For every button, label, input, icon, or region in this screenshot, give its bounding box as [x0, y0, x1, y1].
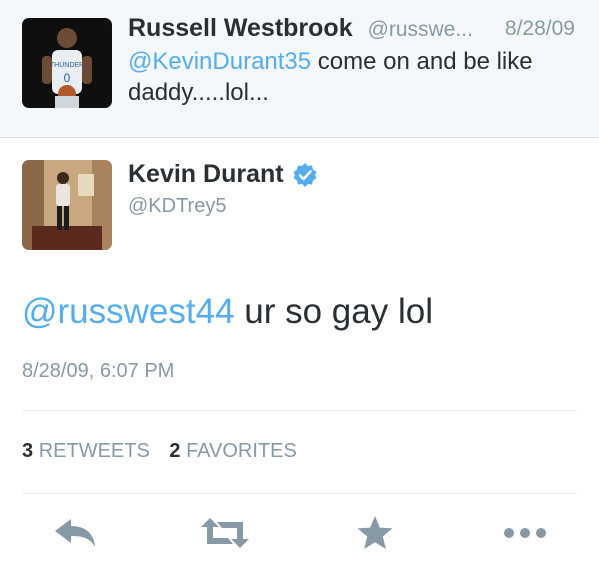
tweet-timestamp: 8/28/09, 6:07 PM	[22, 360, 175, 382]
more-icon	[504, 528, 546, 538]
reply-author-name-text[interactable]: Russell Westbrook	[128, 14, 353, 42]
favorites-label: FAVORITES	[186, 440, 297, 462]
tweet-stats: 3 RETWEETS 2 FAVORITES	[22, 440, 311, 463]
reply-author-handle[interactable]: @russwe...	[368, 18, 473, 41]
svg-text:THUNDER: THUNDER	[50, 62, 84, 69]
verified-badge-icon	[292, 162, 318, 188]
reply-author-name[interactable]: Russell Westbrook @russwe...	[128, 14, 473, 43]
favorite-button[interactable]	[350, 512, 400, 554]
more-button[interactable]	[500, 512, 550, 554]
main-author-name-text[interactable]: Kevin Durant	[128, 160, 284, 189]
reply-mention-link[interactable]: @KevinDurant35	[128, 48, 311, 75]
retweets-label: RETWEETS	[38, 440, 150, 462]
stats-divider-top	[22, 410, 577, 411]
retweet-button[interactable]	[200, 512, 250, 554]
stats-divider-bottom	[22, 493, 577, 494]
main-mention-link[interactable]: @russwest44	[22, 292, 235, 331]
favorites-count: 2	[169, 440, 181, 462]
main-author-handle[interactable]: @KDTrey5	[128, 195, 226, 218]
reply-button[interactable]	[50, 512, 100, 554]
reply-author-avatar[interactable]: THUNDER 0	[22, 18, 112, 108]
retweets-stat[interactable]: 3 RETWEETS	[22, 440, 150, 462]
main-tweet-text: @russwest44 ur so gay lol	[22, 292, 433, 332]
favorite-icon	[357, 516, 393, 549]
retweets-count: 3	[22, 440, 34, 462]
favorites-stat[interactable]: 2 FAVORITES	[169, 440, 296, 462]
retweet-icon	[201, 518, 249, 548]
reply-tweet[interactable]: THUNDER 0 Russell Westbrook @russwe... 8…	[0, 0, 599, 138]
reply-icon	[55, 519, 95, 547]
svg-text:0: 0	[64, 71, 71, 85]
main-text-body: ur so gay lol	[234, 292, 433, 331]
reply-text: @KevinDurant35 come on and be like daddy…	[128, 46, 568, 108]
main-author-name[interactable]: Kevin Durant	[128, 160, 318, 189]
reply-date: 8/28/09	[504, 17, 575, 40]
main-author-avatar[interactable]	[22, 160, 112, 250]
